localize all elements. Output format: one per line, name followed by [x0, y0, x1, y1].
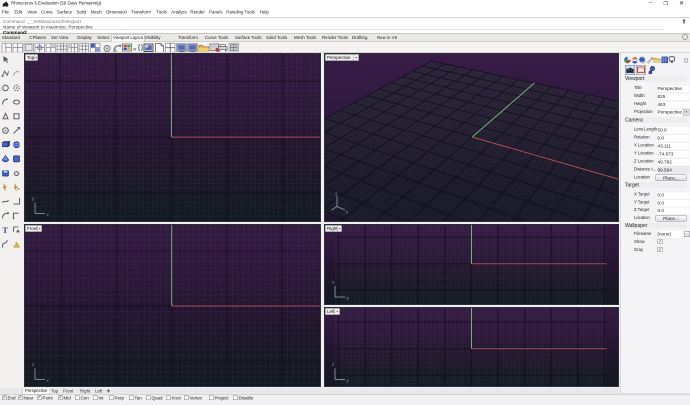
svg-text:T: T	[3, 226, 9, 235]
